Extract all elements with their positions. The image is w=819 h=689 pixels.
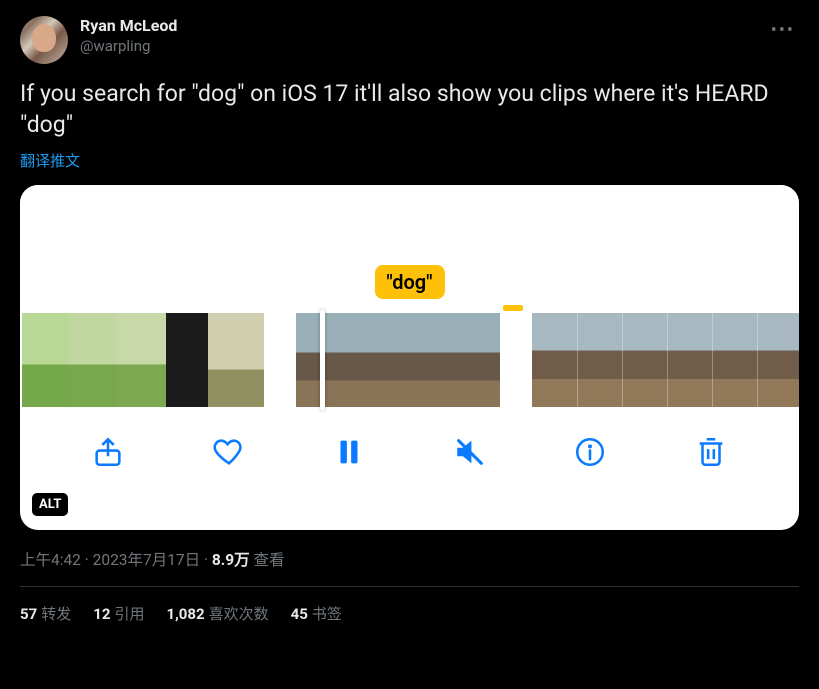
likes-count: 1,082 — [166, 605, 204, 623]
video-timeline[interactable] — [20, 313, 799, 407]
retweets-count: 57 — [20, 605, 37, 623]
clip-group-2[interactable] — [296, 313, 500, 407]
search-token-chip: "dog" — [374, 265, 444, 299]
thumbnail[interactable] — [68, 313, 116, 407]
thumbnail[interactable] — [712, 313, 757, 407]
tweet-container: Ryan McLeod @warpling ••• If you search … — [0, 0, 819, 636]
user-handle[interactable]: @warpling — [80, 37, 755, 57]
tweet-stats: 57转发 12引用 1,082 喜欢次数 45书签 — [20, 587, 799, 624]
thumbnail[interactable] — [208, 313, 264, 407]
thumbnail[interactable] — [296, 313, 364, 407]
tweet-header: Ryan McLeod @warpling ••• — [20, 16, 799, 64]
thumbnail[interactable] — [532, 313, 577, 407]
bookmarks-stat[interactable]: 45书签 — [291, 603, 342, 624]
tweet-text: If you search for "dog" on iOS 17 it'll … — [20, 78, 799, 140]
thumbnail[interactable] — [757, 313, 799, 407]
quotes-count: 12 — [93, 605, 110, 623]
alt-badge[interactable]: ALT — [32, 493, 68, 516]
views-label: 查看 — [254, 551, 285, 569]
media-card[interactable]: "dog" — [20, 185, 799, 530]
clip-group-1[interactable] — [22, 313, 264, 407]
thumbnail[interactable] — [22, 313, 68, 407]
search-token-marker — [503, 305, 523, 311]
media-top: "dog" — [20, 185, 799, 313]
avatar[interactable] — [20, 16, 68, 64]
tweet-date[interactable]: 2023年7月17日 — [93, 551, 200, 569]
info-icon[interactable] — [573, 435, 607, 469]
pause-icon[interactable] — [332, 435, 366, 469]
thumbnail[interactable] — [116, 313, 166, 407]
heart-icon[interactable] — [212, 435, 246, 469]
more-icon[interactable]: ••• — [767, 16, 799, 45]
thumbnail[interactable] — [577, 313, 622, 407]
mute-icon[interactable] — [453, 435, 487, 469]
quotes-label: 引用 — [114, 605, 144, 623]
bookmarks-count: 45 — [291, 605, 308, 623]
quotes-stat[interactable]: 12引用 — [93, 603, 144, 624]
display-name[interactable]: Ryan McLeod — [80, 16, 755, 37]
clip-group-3[interactable] — [532, 313, 799, 407]
thumbnail[interactable] — [364, 313, 432, 407]
user-info: Ryan McLeod @warpling — [80, 16, 755, 56]
tweet-meta: 上午4:42 · 2023年7月17日 · 8.9万 查看 — [20, 548, 799, 587]
translate-link[interactable]: 翻译推文 — [20, 150, 799, 171]
retweets-label: 转发 — [41, 605, 71, 623]
thumbnail[interactable] — [667, 313, 712, 407]
playhead[interactable] — [320, 310, 325, 410]
thumbnail[interactable] — [432, 313, 500, 407]
retweets-stat[interactable]: 57转发 — [20, 603, 71, 624]
media-controls — [20, 407, 799, 497]
likes-stat[interactable]: 1,082 喜欢次数 — [166, 603, 268, 624]
likes-label: 喜欢次数 — [209, 605, 269, 623]
thumbnail[interactable] — [622, 313, 667, 407]
share-icon[interactable] — [91, 435, 125, 469]
trash-icon[interactable] — [694, 435, 728, 469]
bookmarks-label: 书签 — [312, 605, 342, 623]
views-count[interactable]: 8.9万 — [212, 551, 250, 569]
thumbnail[interactable] — [166, 313, 208, 407]
tweet-time[interactable]: 上午4:42 — [20, 551, 81, 569]
